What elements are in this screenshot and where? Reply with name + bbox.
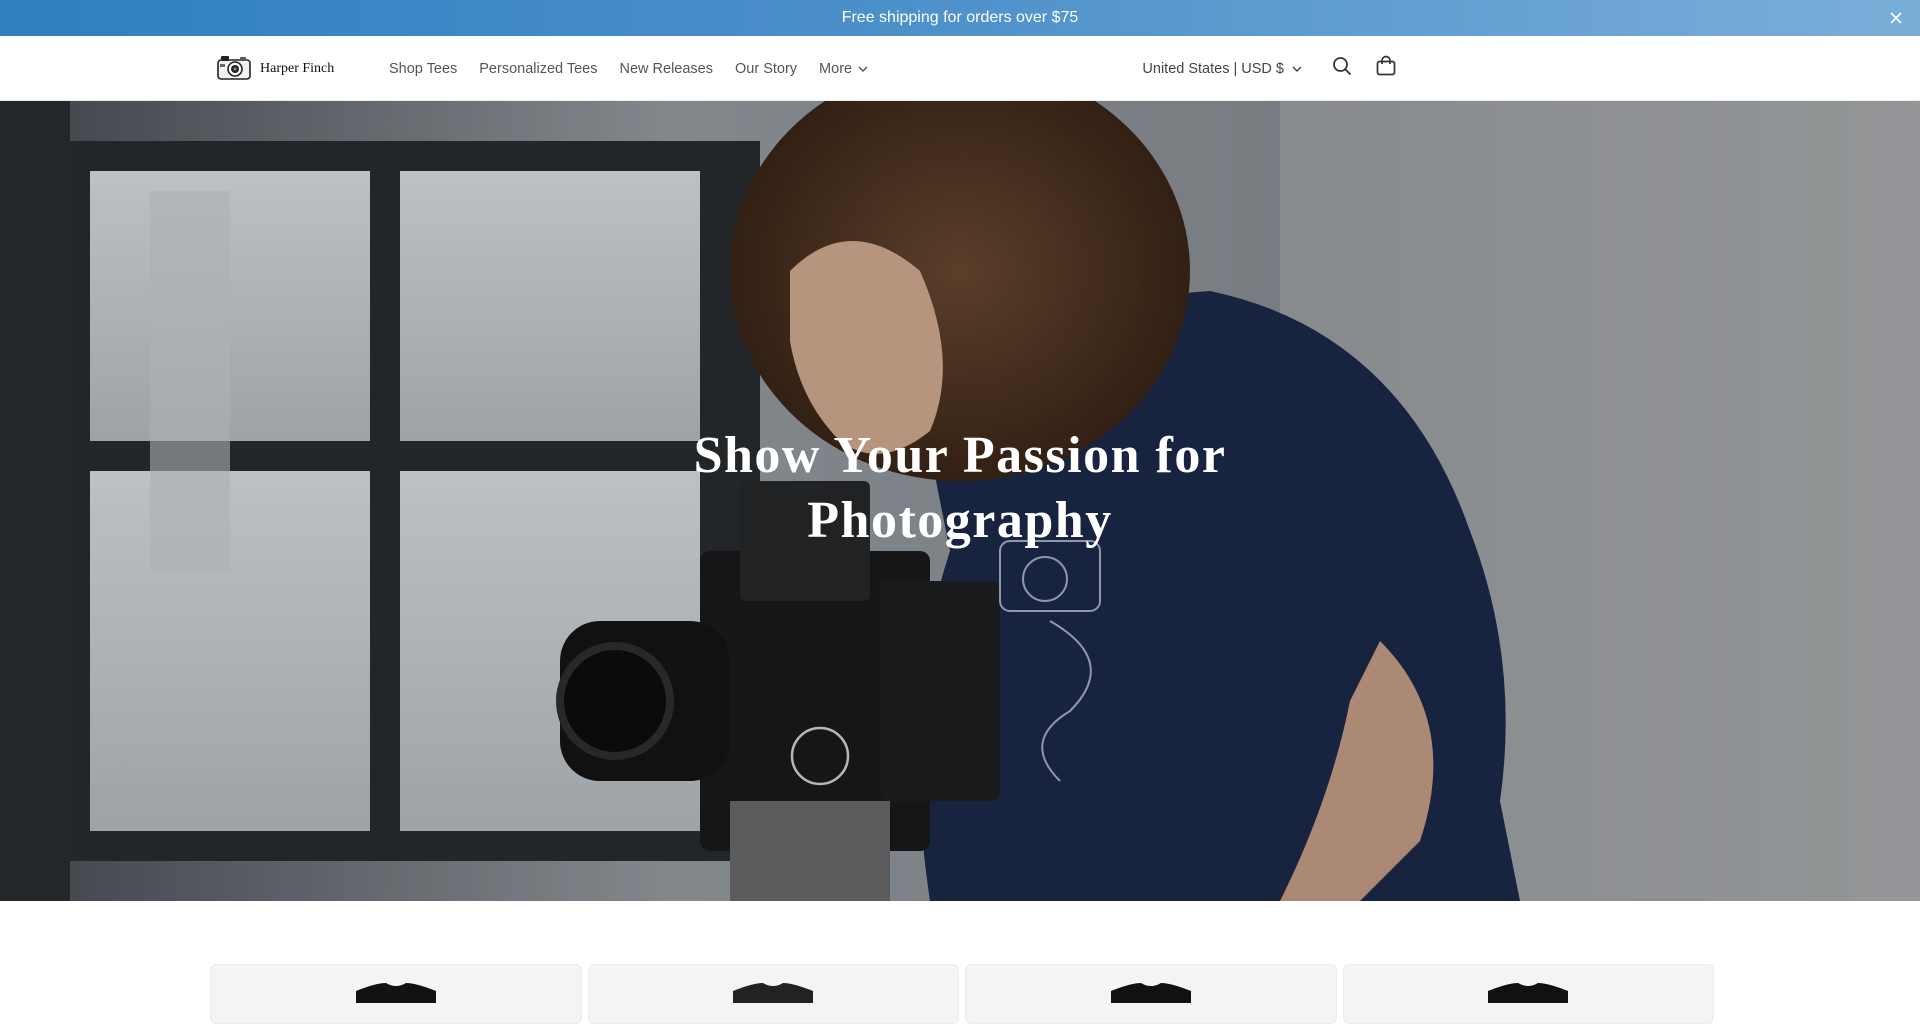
nav-label: New Releases — [619, 60, 714, 77]
site-logo[interactable]: Harper Finch — [216, 52, 334, 86]
hero-title: Show Your Passion for Photography — [0, 423, 1920, 553]
search-button[interactable] — [1320, 47, 1364, 91]
header-tools: United States | USD $ — [1142, 36, 1408, 101]
nav-item-more[interactable]: More — [808, 36, 879, 101]
t-shirt-icon — [1110, 983, 1191, 1008]
product-card[interactable] — [1342, 964, 1714, 1024]
announcement-text: Free shipping for orders over $75 — [841, 9, 1079, 26]
nav-item-shop-tees[interactable]: Shop Tees — [378, 36, 468, 101]
nav-label: Personalized Tees — [479, 60, 598, 77]
brand-name: Harper Finch — [260, 61, 335, 76]
product-card[interactable] — [210, 964, 582, 1024]
locale-label: United States | USD $ — [1142, 60, 1284, 77]
nav-label: Our Story — [735, 60, 798, 77]
product-card[interactable] — [965, 964, 1337, 1024]
locale-selector[interactable]: United States | USD $ — [1142, 61, 1302, 77]
hero-banner: Show Your Passion for Photography — [0, 101, 1920, 901]
close-icon[interactable] — [1886, 8, 1906, 28]
cart-icon — [1375, 55, 1397, 82]
nav-item-personalized-tees[interactable]: Personalized Tees — [468, 36, 608, 101]
nav-label: Shop Tees — [389, 60, 458, 77]
nav-item-new-releases[interactable]: New Releases — [609, 36, 725, 101]
chevron-down-icon — [1292, 61, 1302, 77]
hero-title-line-2: Photography — [807, 492, 1113, 549]
t-shirt-icon — [1488, 983, 1569, 1008]
main-nav: Shop Tees Personalized Tees New Releases… — [378, 36, 879, 101]
cart-button[interactable] — [1364, 47, 1408, 91]
camera-icon — [216, 53, 252, 86]
search-icon — [1332, 56, 1352, 81]
t-shirt-icon — [733, 983, 814, 1008]
product-grid — [210, 964, 1714, 1024]
nav-label: More — [819, 60, 853, 77]
chevron-down-icon — [858, 61, 868, 77]
product-card[interactable] — [587, 964, 959, 1024]
t-shirt-icon — [355, 983, 436, 1008]
hero-title-line-1: Show Your Passion for — [693, 427, 1227, 484]
nav-item-our-story[interactable]: Our Story — [724, 36, 808, 101]
announcement-bar: Free shipping for orders over $75 — [0, 0, 1920, 36]
site-header: Harper Finch Shop Tees Personalized Tees… — [0, 36, 1920, 101]
